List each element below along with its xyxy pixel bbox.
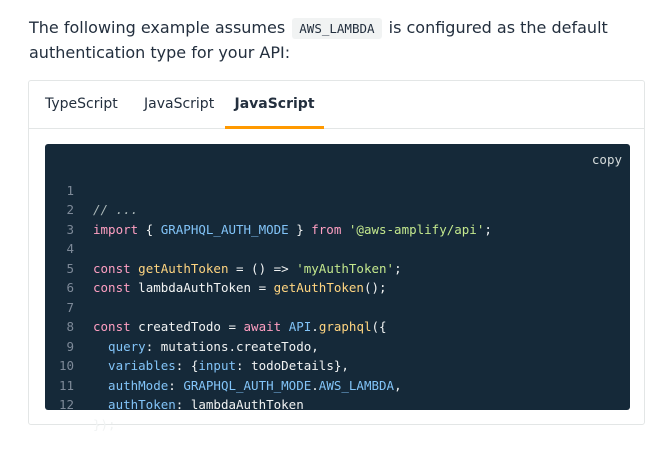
- line-number: 12: [58, 397, 74, 412]
- code-line: 11 authToken: lambdaAuthToken: [45, 356, 630, 413]
- code-token: : lambdaAuthToken: [175, 397, 304, 412]
- code-line: 10 authMode: GRAPHQL_AUTH_MODE.AWS_LAMBD…: [45, 337, 630, 393]
- tab-typescript[interactable]: TypeScript: [45, 81, 118, 128]
- tab-javascript-active[interactable]: JavaScript: [225, 81, 324, 129]
- inline-code-auth-type: AWS_LAMBDA: [292, 18, 382, 39]
- code-token: });: [93, 416, 116, 432]
- intro-paragraph: The following example assumes AWS_LAMBDA…: [29, 16, 649, 65]
- code-line: 8 query: mutations.createTodo,: [45, 298, 630, 354]
- code-block: copy 1 // ... 2 import { GRAPHQL_AUTH_MO…: [45, 144, 630, 432]
- intro-text-before: The following example assumes: [29, 18, 291, 37]
- code-line: 12 });: [45, 376, 630, 432]
- code-line: 1 // ...: [45, 161, 630, 218]
- code-line: 6: [45, 259, 630, 295]
- code-lines: 1 // ... 2 import { GRAPHQL_AUTH_MODE } …: [45, 161, 630, 432]
- code-line: 3: [45, 200, 630, 237]
- code-line: 9 variables: {input: todoDetails},: [45, 317, 630, 374]
- code-example-card: TypeScript JavaScript JavaScript copy 1 …: [28, 80, 645, 432]
- code-line: 2 import { GRAPHQL_AUTH_MODE } from '@aw…: [45, 181, 630, 237]
- code-line: 4 const getAuthToken = () => 'myAuthToke…: [45, 220, 630, 276]
- code-line: 5 const lambdaAuthToken = getAuthToken()…: [45, 239, 630, 296]
- language-tabs: TypeScript JavaScript JavaScript: [29, 81, 644, 129]
- code-token: authToken: [93, 397, 176, 412]
- code-line: 7 const createdTodo = await API.graphql(…: [45, 278, 630, 335]
- tab-javascript[interactable]: JavaScript: [144, 81, 214, 128]
